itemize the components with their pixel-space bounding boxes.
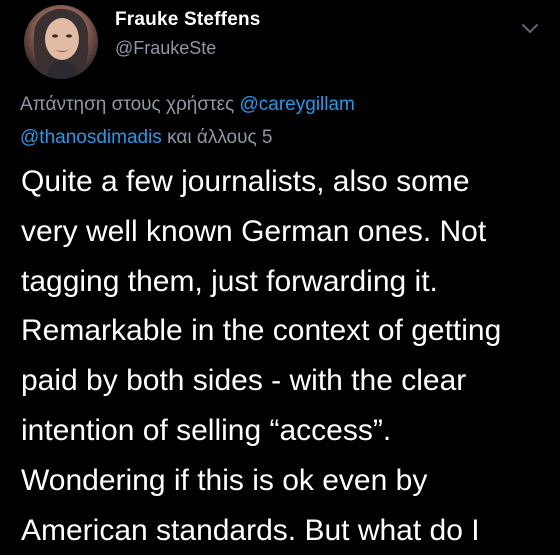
reply-others[interactable]: και άλλους 5 bbox=[167, 127, 272, 148]
tweet-container: Frauke Steffens @FraukeSte Απάντηση στου… bbox=[0, 0, 560, 547]
reply-context: Απάντηση στους χρήστες @careygillam @tha… bbox=[20, 88, 540, 154]
tweet-text: Quite a few journalists, also some very … bbox=[21, 157, 551, 555]
avatar[interactable] bbox=[24, 5, 98, 79]
tweet-line: very well known German ones. Not bbox=[21, 214, 487, 248]
tweet-line: intention of selling “access”. bbox=[21, 413, 392, 447]
tweet-line: Quite a few journalists, also some bbox=[21, 165, 470, 198]
tweet-line: tagging them, just forwarding it. bbox=[21, 264, 438, 298]
tweet-line: American standards. But what do I bbox=[21, 513, 480, 547]
reply-context-line-2: @thanosdimadis και άλλους 5 bbox=[20, 121, 540, 154]
chevron-down-icon[interactable] bbox=[520, 22, 540, 36]
mention-link[interactable]: @careygillam bbox=[240, 94, 355, 115]
author-name[interactable]: Frauke Steffens bbox=[115, 9, 261, 31]
tweet-line: Wondering if this is ok even by bbox=[21, 463, 428, 497]
reply-prefix: Απάντηση στους χρήστες bbox=[20, 94, 235, 115]
tweet-line: Remarkable in the context of getting bbox=[21, 314, 502, 348]
avatar-portrait bbox=[33, 8, 89, 79]
tweet-line: paid by both sides - with the clear bbox=[21, 364, 467, 398]
mention-link[interactable]: @thanosdimadis bbox=[20, 127, 162, 148]
reply-context-line-1: Απάντηση στους χρήστες @careygillam bbox=[20, 88, 540, 121]
author-handle[interactable]: @FraukeSte bbox=[115, 38, 216, 59]
